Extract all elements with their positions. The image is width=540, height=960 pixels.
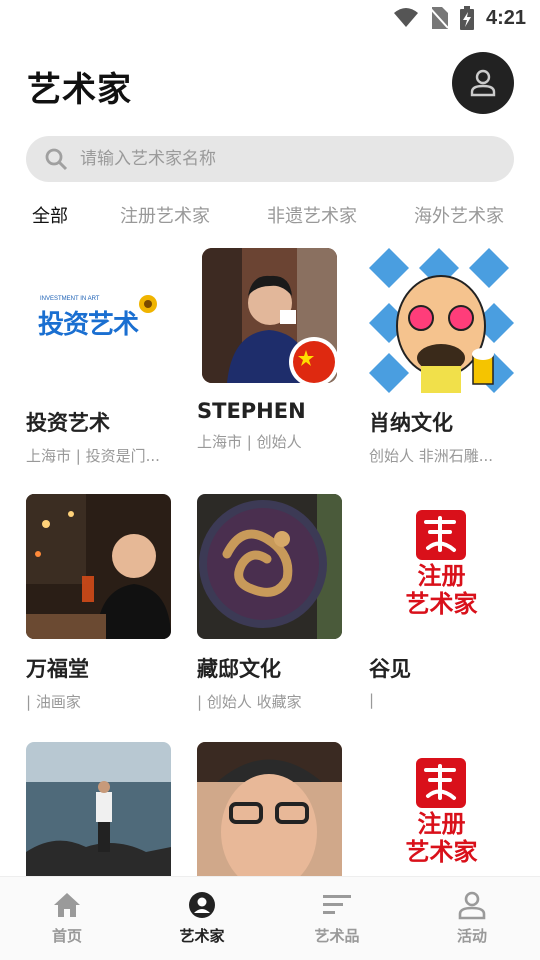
status-time: 4:21 bbox=[485, 6, 526, 29]
dragon-plate-photo bbox=[197, 494, 342, 639]
wifi-icon bbox=[393, 8, 418, 27]
logo-line1: 注册 bbox=[417, 562, 466, 590]
sort-lines-icon bbox=[323, 895, 351, 914]
artist-card[interactable] bbox=[197, 742, 347, 876]
artist-thumbnail bbox=[369, 248, 514, 393]
artist-name: STEPHEN bbox=[197, 399, 306, 423]
search-icon bbox=[45, 148, 68, 171]
artist-name: 藏邸文化 bbox=[197, 657, 281, 681]
artist-card[interactable]: STEPHEN 上海市 | 创始人 bbox=[197, 248, 347, 452]
person-icon bbox=[458, 891, 486, 920]
tab-all[interactable]: 全部 bbox=[32, 202, 68, 228]
artist-desc: 上海市 | 投资是门... bbox=[26, 447, 160, 465]
nav-label: 艺术品 bbox=[314, 927, 360, 945]
artist-thumbnail: 注册 艺术家 bbox=[369, 742, 514, 876]
artist-card[interactable]: 肖纳文化 创始人 非洲石雕... bbox=[369, 248, 519, 466]
logo-subtext: INVESTMENT IN ART bbox=[40, 296, 100, 302]
tab-overseas[interactable]: 海外艺术家 bbox=[414, 202, 504, 228]
logo-line2: 艺术家 bbox=[405, 838, 478, 866]
nav-home[interactable]: 首页 bbox=[17, 889, 117, 946]
tab-heritage[interactable]: 非遗艺术家 bbox=[267, 202, 357, 228]
seaside-photo bbox=[26, 742, 171, 876]
artist-name: 万福堂 bbox=[26, 657, 89, 681]
artist-desc: | bbox=[369, 691, 375, 709]
nav-label: 首页 bbox=[51, 927, 82, 945]
header: 艺术家 bbox=[0, 52, 540, 116]
status-bar: 4:21 bbox=[0, 0, 540, 36]
artist-grid: INVESTMENT IN ART 投资艺术 投资艺术 上海市 | 投资是门..… bbox=[0, 248, 540, 876]
profile-button[interactable] bbox=[452, 52, 514, 114]
yi-seal-icon bbox=[424, 764, 456, 800]
artist-name: 肖纳文化 bbox=[369, 411, 453, 435]
battery-charging-icon bbox=[459, 6, 474, 30]
artist-thumbnail: 注册 艺术家 bbox=[369, 494, 514, 639]
portrait-photo bbox=[197, 742, 342, 876]
artist-thumbnail bbox=[26, 494, 171, 639]
artist-card[interactable]: INVESTMENT IN ART 投资艺术 投资艺术 上海市 | 投资是门..… bbox=[26, 248, 176, 466]
search-bar[interactable] bbox=[26, 136, 514, 182]
cartoon-avatar bbox=[369, 248, 514, 393]
category-tabs: 全部 注册艺术家 非遗艺术家 海外艺术家 bbox=[0, 202, 540, 232]
nav-label: 活动 bbox=[456, 927, 487, 945]
registered-artist-logo bbox=[416, 510, 466, 560]
portrait-photo bbox=[26, 494, 171, 639]
artist-card[interactable]: 注册 艺术家 bbox=[369, 742, 519, 876]
artist-desc: | 油画家 bbox=[26, 693, 81, 711]
artist-desc: | 创始人 收藏家 bbox=[197, 693, 302, 711]
registered-artist-logo bbox=[416, 758, 466, 808]
artist-desc: 上海市 | 创始人 bbox=[197, 433, 302, 451]
china-flag-badge bbox=[289, 337, 337, 383]
logo-line2: 艺术家 bbox=[405, 590, 478, 618]
artist-thumbnail bbox=[202, 248, 337, 383]
user-icon bbox=[470, 69, 496, 97]
logo-text: 投资艺术 bbox=[38, 310, 139, 340]
logo-line1: 注册 bbox=[417, 810, 466, 838]
yi-seal-icon bbox=[424, 516, 456, 552]
nav-label: 艺术家 bbox=[179, 927, 225, 945]
bottom-navigation: 首页 艺术家 艺术品 活动 bbox=[0, 876, 540, 960]
artist-name: 谷见 bbox=[369, 657, 411, 681]
home-icon bbox=[54, 893, 80, 917]
artist-thumbnail: INVESTMENT IN ART 投资艺术 bbox=[26, 248, 171, 393]
account-circle-icon bbox=[189, 892, 215, 918]
search-input[interactable] bbox=[80, 149, 480, 169]
artist-card[interactable]: 藏邸文化 | 创始人 收藏家 bbox=[197, 494, 347, 712]
nav-artists[interactable]: 艺术家 bbox=[152, 889, 252, 946]
artist-card[interactable]: 注册 艺术家 谷见 | bbox=[369, 494, 519, 709]
artist-card[interactable] bbox=[26, 742, 176, 876]
sunflower-icon bbox=[139, 295, 157, 313]
tab-registered[interactable]: 注册艺术家 bbox=[120, 202, 210, 228]
no-sim-icon bbox=[429, 7, 448, 29]
nav-artworks[interactable]: 艺术品 bbox=[287, 889, 387, 946]
artist-name: 投资艺术 bbox=[26, 411, 110, 435]
artist-thumbnail bbox=[26, 742, 171, 876]
artist-thumbnail bbox=[197, 494, 342, 639]
page-title: 艺术家 bbox=[27, 70, 132, 110]
artist-thumbnail bbox=[197, 742, 342, 876]
artist-card[interactable]: 万福堂 | 油画家 bbox=[26, 494, 176, 712]
nav-events[interactable]: 活动 bbox=[422, 889, 522, 946]
artist-desc: 创始人 非洲石雕... bbox=[369, 447, 494, 465]
